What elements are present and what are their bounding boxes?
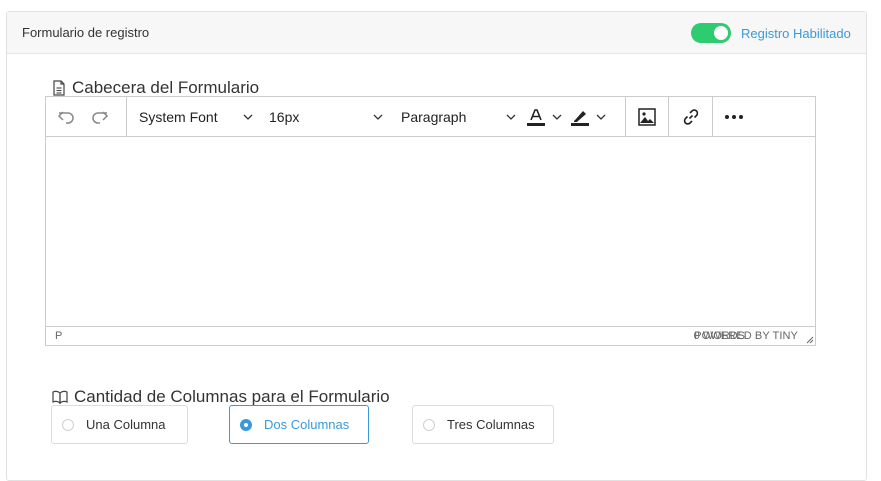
radio-button[interactable] <box>62 418 74 431</box>
editor-toolbar: System Font 16px Paragraph <box>46 97 815 137</box>
toggle-knob <box>714 26 728 40</box>
panel-title: Formulario de registro <box>22 25 150 40</box>
block-format-select[interactable]: Paragraph <box>389 97 522 136</box>
option-one-column[interactable]: Una Columna <box>51 405 188 444</box>
resize-handle-icon[interactable] <box>806 336 814 344</box>
editor-statusbar: P 0 WORDS POWERED BY TINY <box>46 326 815 345</box>
chevron-down-icon <box>373 114 383 120</box>
format-group: System Font 16px Paragraph <box>127 97 626 136</box>
columns-section-title: Cantidad de Columnas para el Formulario <box>52 387 390 407</box>
book-icon <box>52 390 68 404</box>
chevron-down-icon <box>243 114 253 120</box>
more-button[interactable] <box>717 97 751 136</box>
insert-link-button[interactable] <box>674 97 708 136</box>
text-color-button[interactable] <box>522 97 566 136</box>
radio-button[interactable] <box>423 418 435 431</box>
image-group <box>626 97 669 136</box>
rich-text-editor: System Font 16px Paragraph P 0 WORDS POW… <box>45 96 816 346</box>
highlight-color-button[interactable] <box>566 97 610 136</box>
link-icon <box>683 108 698 125</box>
columns-section-label: Cantidad de Columnas para el Formulario <box>74 387 390 406</box>
header-section-label: Cabecera del Formulario <box>72 78 260 97</box>
font-family-value: System Font <box>139 108 218 125</box>
undo-icon <box>57 110 74 124</box>
font-size-select[interactable]: 16px <box>259 97 389 136</box>
option-label: Una Columna <box>86 417 166 432</box>
panel-header: Formulario de registro Registro Habilita… <box>7 12 866 54</box>
chevron-down-icon <box>506 114 516 120</box>
document-icon <box>53 80 65 96</box>
powered-by-link[interactable]: POWERED BY TINY <box>694 330 798 342</box>
redo-button[interactable] <box>83 97 117 136</box>
registration-enabled-toggle[interactable] <box>691 23 731 43</box>
image-icon <box>638 107 656 126</box>
header-section-title: Cabecera del Formulario <box>52 78 259 98</box>
more-group <box>713 97 751 136</box>
editor-content-area[interactable] <box>46 137 815 327</box>
chevron-down-icon <box>596 114 606 120</box>
font-size-value: 16px <box>269 108 300 125</box>
element-path[interactable]: P <box>55 330 62 342</box>
radio-button[interactable] <box>240 418 252 431</box>
highlight-icon <box>571 110 589 126</box>
block-format-value: Paragraph <box>401 108 467 125</box>
link-group <box>669 97 713 136</box>
chevron-down-icon <box>552 114 562 120</box>
option-label: Dos Columnas <box>264 417 350 432</box>
option-three-columns[interactable]: Tres Columnas <box>412 405 554 444</box>
font-family-select[interactable]: System Font <box>127 97 259 136</box>
history-group <box>46 97 127 136</box>
option-label: Tres Columnas <box>447 417 535 432</box>
redo-icon <box>92 110 109 124</box>
undo-button[interactable] <box>49 97 83 136</box>
text-color-icon <box>527 108 545 126</box>
registration-enabled-label[interactable]: Registro Habilitado <box>741 26 851 41</box>
more-icon <box>725 114 743 119</box>
insert-image-button[interactable] <box>630 97 664 136</box>
option-two-columns[interactable]: Dos Columnas <box>229 405 369 444</box>
